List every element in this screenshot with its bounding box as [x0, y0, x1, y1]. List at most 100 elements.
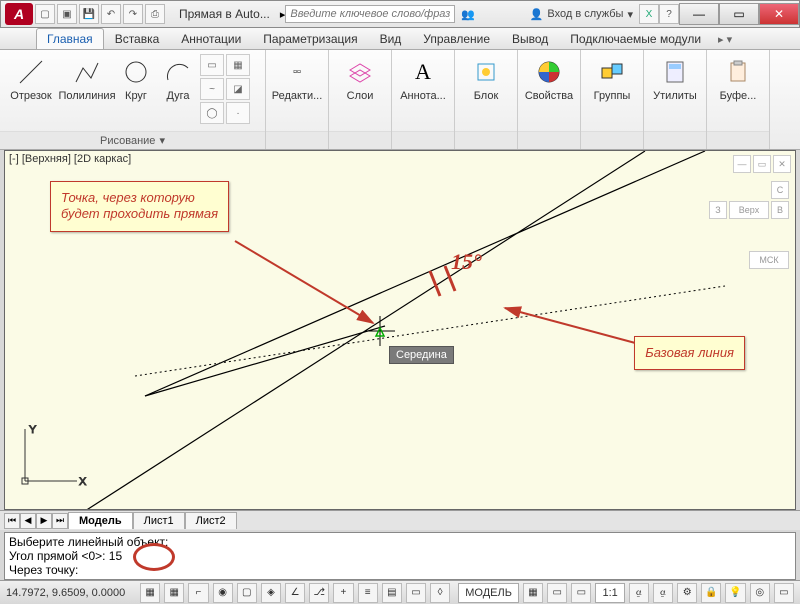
osnap-tooltip: Середина — [389, 346, 454, 364]
qat-undo-icon[interactable]: ↶ — [101, 4, 121, 24]
callout-point: Точка, через которую будет проходить пря… — [50, 181, 229, 232]
line-button[interactable]: Отрезок — [4, 54, 58, 104]
tabs-overflow-icon[interactable]: ▸ ▾ — [712, 30, 738, 49]
user-icon: 👤 — [530, 8, 544, 21]
tab-view[interactable]: Вид — [369, 28, 413, 49]
color-wheel-icon — [533, 56, 565, 88]
annotation-button[interactable]: A Аннота... — [396, 54, 450, 104]
arc-button[interactable]: Дуга — [158, 54, 198, 104]
exchange-icon[interactable]: X — [639, 4, 659, 24]
groups-icon — [596, 56, 628, 88]
highlight-circle — [133, 543, 175, 571]
cmd-prompt: Через точку: — [9, 563, 791, 577]
annotation-label: Аннота... — [400, 90, 446, 102]
clipboard-button[interactable]: Буфе... — [711, 54, 765, 104]
callout-text: будет проходить прямая — [61, 206, 218, 222]
people-icon[interactable]: 👥 — [461, 8, 475, 21]
utilities-button[interactable]: Утилиты — [648, 54, 702, 104]
edit-label: Редакти... — [272, 90, 323, 102]
tab-insert[interactable]: Вставка — [104, 28, 171, 49]
groups-button[interactable]: Группы — [585, 54, 639, 104]
circle-label: Круг — [125, 90, 147, 102]
help-icon[interactable]: ? — [659, 4, 679, 24]
layout-first-icon[interactable]: ⏮ — [4, 513, 20, 529]
cmd-history: Выберите линейный объект: — [9, 535, 791, 549]
block-button[interactable]: Блок — [459, 54, 513, 104]
tab-parametric[interactable]: Параметризация — [252, 28, 368, 49]
angle-annotation: 15° — [451, 249, 482, 275]
status-bar: 14.7972, 9.6509, 0.0000 ▦ ▦ ⌐ ◉ ▢ ◈ ∠ ⎇ … — [0, 580, 800, 604]
clipboard-label: Буфе... — [720, 90, 757, 102]
qat-print-icon[interactable]: ⎙ — [145, 4, 165, 24]
ribbon-tabs: Главная Вставка Аннотации Параметризация… — [0, 28, 800, 50]
polyline-button[interactable]: Полилиния — [60, 54, 114, 104]
draw-panel-title[interactable]: Рисование ▾ — [0, 131, 265, 149]
block-label: Блок — [474, 90, 499, 102]
groups-label: Группы — [594, 90, 631, 102]
tab-manage[interactable]: Управление — [412, 28, 501, 49]
callout-text: Точка, через которую — [61, 190, 218, 206]
layers-label: Слои — [347, 90, 374, 102]
signin-label: Вход в службы — [547, 8, 623, 20]
block-icon — [470, 56, 502, 88]
layout-next-icon[interactable]: ▶ — [36, 513, 52, 529]
tab-plugins[interactable]: Подключаемые модули — [559, 28, 712, 49]
svg-text:Y: Y — [29, 424, 37, 436]
layout-sheet1[interactable]: Лист1 — [133, 512, 185, 529]
title-bar: A ▢ ▣ 💾 ↶ ↷ ⎙ Прямая в Auto... ▸ 👥 👤 Вхо… — [0, 0, 800, 28]
window-title: Прямая в Auto... — [169, 7, 280, 21]
mini-point-icon[interactable]: · — [226, 102, 250, 124]
app-logo-icon[interactable]: A — [5, 3, 33, 25]
circle-icon — [120, 56, 152, 88]
tab-annotate[interactable]: Аннотации — [170, 28, 252, 49]
calculator-icon — [659, 56, 691, 88]
chevron-down-icon: ▾ — [159, 134, 165, 147]
tab-output[interactable]: Вывод — [501, 28, 559, 49]
tab-home[interactable]: Главная — [36, 28, 104, 49]
mini-ellipse-icon[interactable]: ◯ — [200, 102, 224, 124]
mini-hatch-icon[interactable]: ▦ — [226, 54, 250, 76]
arc-label: Дуга — [166, 90, 189, 102]
layers-icon — [344, 56, 376, 88]
layout-sheet2[interactable]: Лист2 — [185, 512, 237, 529]
search-input[interactable] — [285, 5, 455, 23]
mini-region-icon[interactable]: ◪ — [226, 78, 250, 100]
layout-model[interactable]: Модель — [68, 512, 133, 529]
cmd-history: Угол прямой <0>: 15 — [9, 549, 791, 563]
command-line[interactable]: Выберите линейный объект: Угол прямой <0… — [4, 532, 796, 580]
clipboard-icon — [722, 56, 754, 88]
properties-button[interactable]: Свойства — [522, 54, 576, 104]
qat-new-icon[interactable]: ▢ — [35, 4, 55, 24]
drawing-area[interactable]: [-] [Верхняя] [2D каркас] — ▭ ✕ С З Верх… — [4, 150, 796, 510]
arc-icon — [162, 56, 194, 88]
line-icon — [15, 56, 47, 88]
layout-tabs: ⏮ ◀ ▶ ⏭ Модель Лист1 Лист2 — [0, 510, 800, 530]
edit-button[interactable]: ▫▫ Редакти... — [270, 54, 324, 104]
layout-last-icon[interactable]: ⏭ — [52, 513, 68, 529]
signin-button[interactable]: 👤 Вход в службы ▾ — [524, 8, 639, 21]
line-label: Отрезок — [10, 90, 51, 102]
utilities-label: Утилиты — [653, 90, 697, 102]
mini-rect-icon[interactable]: ▭ — [200, 54, 224, 76]
close-button[interactable]: ✕ — [759, 3, 799, 25]
svg-text:X: X — [79, 476, 87, 488]
chevron-down-icon: ▾ — [627, 8, 633, 21]
callout-baseline: Базовая линия — [634, 336, 745, 370]
properties-label: Свойства — [525, 90, 573, 102]
maximize-button[interactable]: ▭ — [719, 3, 759, 25]
qat-open-icon[interactable]: ▣ — [57, 4, 77, 24]
text-icon: A — [407, 56, 439, 88]
polyline-icon — [71, 56, 103, 88]
circle-button[interactable]: Круг — [116, 54, 156, 104]
mini-spline-icon[interactable]: ~ — [200, 78, 224, 100]
layers-button[interactable]: Слои — [333, 54, 387, 104]
edit-icon: ▫▫ — [281, 56, 313, 88]
coordinates[interactable]: 14.7972, 9.6509, 0.0000 — [6, 587, 136, 599]
qat-redo-icon[interactable]: ↷ — [123, 4, 143, 24]
layout-prev-icon[interactable]: ◀ — [20, 513, 36, 529]
callout-text: Базовая линия — [645, 345, 734, 360]
polyline-label: Полилиния — [58, 90, 115, 102]
minimize-button[interactable]: — — [679, 3, 719, 25]
qat-save-icon[interactable]: 💾 — [79, 4, 99, 24]
ribbon: Отрезок Полилиния Круг Дуга ▭ ~ ◯ ▦ ◪ — [0, 50, 800, 150]
